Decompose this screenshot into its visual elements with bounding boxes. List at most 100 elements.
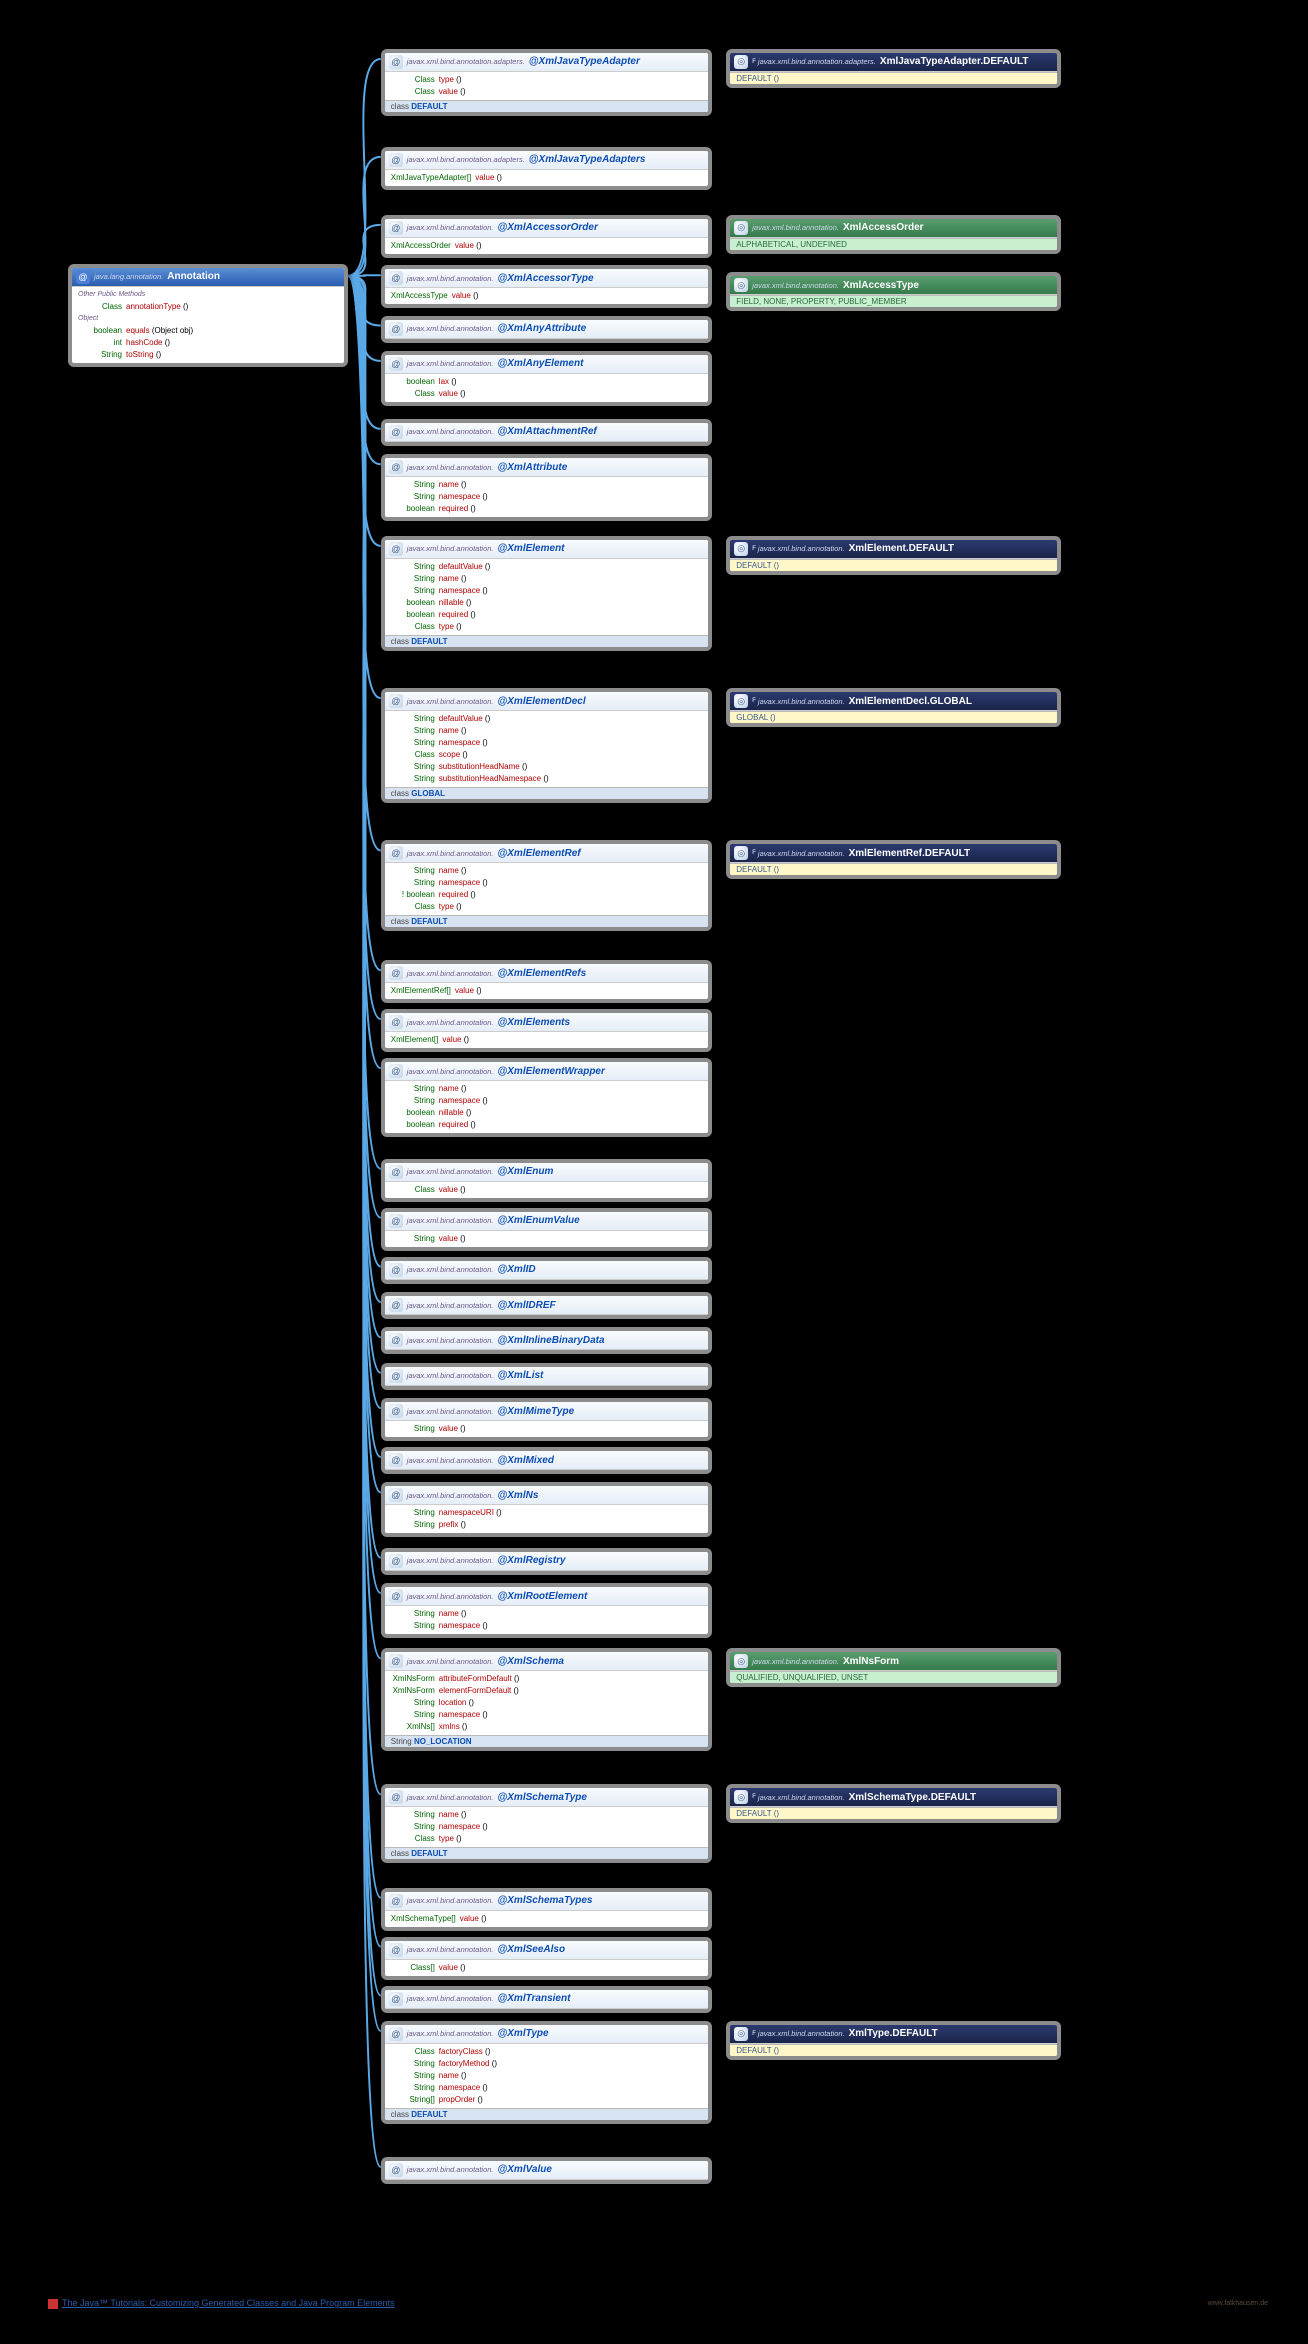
annotation-xmlattribute[interactable]: @javax.xml.bind.annotation.@XmlAttribute… <box>381 454 713 521</box>
annotation-icon: @ <box>389 1894 403 1908</box>
class-xmltype-default[interactable]: ◎Fjavax.xml.bind.annotation.XmlType.DEFA… <box>726 2021 1060 2060</box>
class-header: ◎Fjavax.xml.bind.annotation.XmlElement.D… <box>730 540 1056 559</box>
class-header: ◎javax.xml.bind.annotation.XmlAccessType <box>730 276 1056 295</box>
annotation-xmljavatypeadapter[interactable]: @javax.xml.bind.annotation.adapters.@Xml… <box>381 49 713 116</box>
class-header: @javax.xml.bind.annotation.@XmlInlineBin… <box>385 1331 709 1350</box>
class-header: @javax.xml.bind.annotation.@XmlNs <box>385 1486 709 1505</box>
class-header: @javax.xml.bind.annotation.@XmlValue <box>385 2161 709 2180</box>
inner-class: class DEFAULT <box>385 100 709 112</box>
annotation-xmlanyelement[interactable]: @javax.xml.bind.annotation.@XmlAnyElemen… <box>381 351 713 406</box>
annotation-xmljavatypeadapters[interactable]: @javax.xml.bind.annotation.adapters.@Xml… <box>381 147 713 190</box>
class-icon: ◎ <box>734 694 748 708</box>
annotation-xmlelementref[interactable]: @javax.xml.bind.annotation.@XmlElementRe… <box>381 840 713 931</box>
annotation-icon: @ <box>389 322 403 336</box>
class-header: ◎javax.xml.bind.annotation.XmlNsForm <box>730 1652 1056 1671</box>
annotation-xmlelementrefs[interactable]: @javax.xml.bind.annotation.@XmlElementRe… <box>381 960 713 1003</box>
class-header: @javax.xml.bind.annotation.@XmlType <box>385 2025 709 2044</box>
annotation-icon: @ <box>389 460 403 474</box>
annotation-xmlelementwrapper[interactable]: @javax.xml.bind.annotation.@XmlElementWr… <box>381 1058 713 1137</box>
class-members: QUALIFIED, UNQUALIFIED, UNSET <box>730 1671 1056 1683</box>
annotation-icon: @ <box>389 846 403 860</box>
annotation-icon: @ <box>389 153 403 167</box>
annotation-xmlenumvalue[interactable]: @javax.xml.bind.annotation.@XmlEnumValue… <box>381 1208 713 1251</box>
annotation-xmlrootelement[interactable]: @javax.xml.bind.annotation.@XmlRootEleme… <box>381 1583 713 1638</box>
footer-link[interactable]: The Java™ Tutorials: Customizing Generat… <box>48 2298 395 2309</box>
annotation-xmlelements[interactable]: @javax.xml.bind.annotation.@XmlElementsX… <box>381 1009 713 1052</box>
annotation-icon: @ <box>389 271 403 285</box>
class-xmlelementref-default[interactable]: ◎Fjavax.xml.bind.annotation.XmlElementRe… <box>726 840 1060 879</box>
annotation-xmlelementdecl[interactable]: @javax.xml.bind.annotation.@XmlElementDe… <box>381 688 713 803</box>
annotation-xmllist[interactable]: @javax.xml.bind.annotation.@XmlList <box>381 1363 713 1390</box>
annotation-icon: @ <box>389 1015 403 1029</box>
class-icon: ◎ <box>734 221 748 235</box>
annotation-icon: @ <box>389 1943 403 1957</box>
inner-class: class DEFAULT <box>385 915 709 927</box>
annotation-icon: @ <box>389 1992 403 2006</box>
class-xmljavatypeadapter-default[interactable]: ◎Fjavax.xml.bind.annotation.adapters.Xml… <box>726 49 1060 88</box>
class-icon: ◎ <box>734 2027 748 2041</box>
class-members: DEFAULT () <box>730 863 1056 875</box>
annotation-xmlanyattribute[interactable]: @javax.xml.bind.annotation.@XmlAnyAttrib… <box>381 316 713 343</box>
annotation-icon: @ <box>389 1214 403 1228</box>
annotation-xmlidref[interactable]: @javax.xml.bind.annotation.@XmlIDREF <box>381 1292 713 1319</box>
class-header: @javax.xml.bind.annotation.adapters.@Xml… <box>385 151 709 170</box>
annotation-icon: @ <box>389 966 403 980</box>
annotation-xmltype[interactable]: @javax.xml.bind.annotation.@XmlTypeClass… <box>381 2021 713 2124</box>
annotation-xmlschematypes[interactable]: @javax.xml.bind.annotation.@XmlSchemaTyp… <box>381 1888 713 1931</box>
annotation-xmlid[interactable]: @javax.xml.bind.annotation.@XmlID <box>381 1257 713 1284</box>
class-header: ◎Fjavax.xml.bind.annotation.XmlElementRe… <box>730 844 1056 863</box>
class-header: @javax.xml.bind.annotation.@XmlSchemaTyp… <box>385 1892 709 1911</box>
annotation-icon: @ <box>389 2163 403 2177</box>
class-xmlnsform[interactable]: ◎javax.xml.bind.annotation.XmlNsFormQUAL… <box>726 1648 1060 1687</box>
class-header: @javax.xml.bind.annotation.@XmlElement <box>385 540 709 559</box>
class-header: @javax.xml.bind.annotation.@XmlElements <box>385 1013 709 1032</box>
class-header: @javax.xml.bind.annotation.@XmlRootEleme… <box>385 1587 709 1606</box>
class-members: FIELD, NONE, PROPERTY, PUBLIC_MEMBER <box>730 295 1056 307</box>
annotation-icon: @ <box>389 1404 403 1418</box>
class-header: @javax.xml.bind.annotation.@XmlElementDe… <box>385 692 709 711</box>
annotation-xmlns[interactable]: @javax.xml.bind.annotation.@XmlNsStringn… <box>381 1482 713 1537</box>
class-header: @javax.xml.bind.annotation.@XmlAttribute <box>385 458 709 477</box>
annotation-icon: @ <box>389 1298 403 1312</box>
class-xmlaccesstype[interactable]: ◎javax.xml.bind.annotation.XmlAccessType… <box>726 272 1060 311</box>
class-header: @javax.xml.bind.annotation.@XmlElementRe… <box>385 844 709 863</box>
annotation-icon: @ <box>389 1589 403 1603</box>
annotation-xmlmimetype[interactable]: @javax.xml.bind.annotation.@XmlMimeTypeS… <box>381 1398 713 1441</box>
oracle-icon <box>48 2299 58 2309</box>
class-header: @javax.xml.bind.annotation.@XmlRegistry <box>385 1552 709 1571</box>
annotation-xmlinlinebinarydata[interactable]: @javax.xml.bind.annotation.@XmlInlineBin… <box>381 1327 713 1354</box>
annotation-icon: @ <box>389 1165 403 1179</box>
class-members: DEFAULT () <box>730 559 1056 571</box>
class-xmlelement-default[interactable]: ◎Fjavax.xml.bind.annotation.XmlElement.D… <box>726 536 1060 575</box>
annotation-xmlaccessortype[interactable]: @javax.xml.bind.annotation.@XmlAccessorT… <box>381 265 713 308</box>
class-icon: ◎ <box>734 1790 748 1804</box>
annotation-xmltransient[interactable]: @javax.xml.bind.annotation.@XmlTransient <box>381 1986 713 2013</box>
annotation-icon: @ <box>389 2027 403 2041</box>
annotation-xmlregistry[interactable]: @javax.xml.bind.annotation.@XmlRegistry <box>381 1548 713 1575</box>
annotation-xmlelement[interactable]: @javax.xml.bind.annotation.@XmlElementSt… <box>381 536 713 651</box>
annotation-xmlschematype[interactable]: @javax.xml.bind.annotation.@XmlSchemaTyp… <box>381 1784 713 1863</box>
class-annotation[interactable]: @java.lang.annotation.AnnotationOther Pu… <box>68 264 348 367</box>
inner-class: class GLOBAL <box>385 787 709 799</box>
annotation-xmlattachmentref[interactable]: @javax.xml.bind.annotation.@XmlAttachmen… <box>381 419 713 446</box>
footer-link-text: The Java™ Tutorials: Customizing Generat… <box>62 2298 395 2308</box>
annotation-xmlenum[interactable]: @javax.xml.bind.annotation.@XmlEnumClass… <box>381 1159 713 1202</box>
class-header: @javax.xml.bind.annotation.@XmlMixed <box>385 1451 709 1470</box>
annotation-xmlmixed[interactable]: @javax.xml.bind.annotation.@XmlMixed <box>381 1447 713 1474</box>
annotation-xmlaccessororder[interactable]: @javax.xml.bind.annotation.@XmlAccessorO… <box>381 215 713 258</box>
class-xmlaccessorder[interactable]: ◎javax.xml.bind.annotation.XmlAccessOrde… <box>726 215 1060 254</box>
inner-class: String NO_LOCATION <box>385 1735 709 1747</box>
class-xmlelementdecl-global[interactable]: ◎Fjavax.xml.bind.annotation.XmlElementDe… <box>726 688 1060 727</box>
annotation-icon: @ <box>389 1654 403 1668</box>
annotation-icon: @ <box>389 1554 403 1568</box>
class-header: @javax.xml.bind.annotation.@XmlAnyElemen… <box>385 355 709 374</box>
annotation-xmlvalue[interactable]: @javax.xml.bind.annotation.@XmlValue <box>381 2157 713 2184</box>
annotation-xmlschema[interactable]: @javax.xml.bind.annotation.@XmlSchemaXml… <box>381 1648 713 1751</box>
annotation-xmlseealso[interactable]: @javax.xml.bind.annotation.@XmlSeeAlsoCl… <box>381 1937 713 1980</box>
class-xmlschematype-default[interactable]: ◎Fjavax.xml.bind.annotation.XmlSchemaTyp… <box>726 1784 1060 1823</box>
class-header: @javax.xml.bind.annotation.@XmlElementWr… <box>385 1062 709 1081</box>
class-icon: ◎ <box>734 1654 748 1668</box>
inner-class: class DEFAULT <box>385 635 709 647</box>
inner-class: class DEFAULT <box>385 2108 709 2120</box>
class-header: @javax.xml.bind.annotation.@XmlEnumValue <box>385 1212 709 1231</box>
